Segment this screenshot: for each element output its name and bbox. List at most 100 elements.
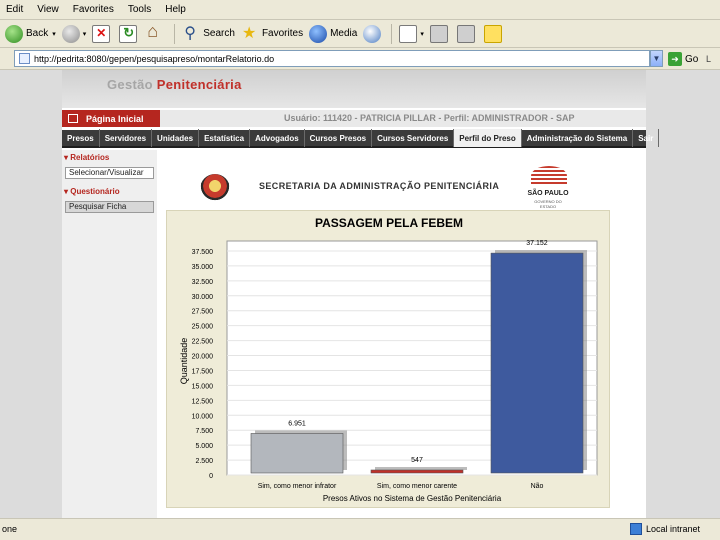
nav-sair[interactable]: Sair xyxy=(633,129,660,147)
nav-perfil-do-preso[interactable]: Perfil do Preso xyxy=(454,129,522,147)
edit-button[interactable] xyxy=(454,22,481,46)
site-title-red: Penitenciária xyxy=(156,77,242,92)
mail-button[interactable]: ▾ xyxy=(396,22,427,46)
y-tick-label: 2.500 xyxy=(195,458,213,465)
bar-1 xyxy=(250,433,344,474)
pesquisar-ficha-button[interactable]: Pesquisar Ficha xyxy=(65,201,154,213)
favorites-button[interactable]: Favorites xyxy=(238,22,306,46)
web-page: Gestão Penitenciária Página Inicial Usuá… xyxy=(62,70,660,518)
back-label: Back xyxy=(26,28,49,39)
media-icon xyxy=(309,24,328,43)
go-button[interactable]: ➜ Go xyxy=(668,52,698,66)
intranet-zone-icon xyxy=(630,523,642,535)
bar-2 xyxy=(370,469,464,474)
category-label: Sim, como menor carente xyxy=(377,483,457,490)
history-button[interactable] xyxy=(360,22,387,46)
links-label[interactable]: L xyxy=(706,54,711,64)
sp-logo-subtext: GOVERNO DO ESTADO xyxy=(534,199,562,209)
history-icon xyxy=(363,24,382,43)
address-bar: http://pedrita:8080/gepen/pesquisapreso/… xyxy=(0,48,720,70)
x-axis-label: Presos Ativos no Sistema de Gestão Penit… xyxy=(323,494,502,503)
category-label: Não xyxy=(531,483,544,490)
nav-presos[interactable]: Presos xyxy=(62,129,100,147)
stop-button[interactable] xyxy=(89,22,116,46)
print-button[interactable] xyxy=(427,22,454,46)
forward-dropdown-icon[interactable]: ▾ xyxy=(83,30,87,38)
favorites-star-icon xyxy=(241,23,259,43)
search-icon xyxy=(182,23,200,43)
menu-view[interactable]: View xyxy=(37,4,59,15)
forward-arrow-icon xyxy=(61,24,80,43)
nav-advogados[interactable]: Advogados xyxy=(250,129,305,147)
category-label: Sim, como menor infrator xyxy=(258,483,337,490)
home-page-label: Página Inicial xyxy=(86,113,144,124)
sticky-note-icon xyxy=(483,24,502,43)
menu-edit[interactable]: Edit xyxy=(6,4,23,15)
mail-dropdown-icon[interactable]: ▾ xyxy=(420,30,424,38)
sp-coat-of-arms-logo xyxy=(200,174,230,204)
y-tick-label: 32.500 xyxy=(192,279,214,286)
main-nav: Presos Servidores Unidades Estatística A… xyxy=(62,129,660,148)
bar-value-label: 6.951 xyxy=(288,420,306,427)
refresh-icon xyxy=(119,24,138,43)
go-arrow-icon: ➜ xyxy=(668,52,682,66)
nav-unidades[interactable]: Unidades xyxy=(152,129,200,147)
selecionar-visualizar-button[interactable]: Selecionar/Visualizar xyxy=(65,167,154,179)
nav-cursos-presos[interactable]: Cursos Presos xyxy=(305,129,373,147)
search-button[interactable]: Search xyxy=(179,22,238,46)
y-tick-label: 35.000 xyxy=(192,264,214,271)
page-icon xyxy=(19,53,30,64)
bar-value-label: 547 xyxy=(411,457,423,464)
status-zone: Local intranet xyxy=(646,524,701,534)
menu-bar: Edit View Favorites Tools Help xyxy=(0,0,720,20)
back-arrow-icon xyxy=(5,24,23,43)
user-strip: Página Inicial Usuário: 111420 - PATRICI… xyxy=(62,110,646,127)
favorites-label: Favorites xyxy=(261,28,304,39)
nav-estatistica[interactable]: Estatística xyxy=(199,129,251,147)
y-axis-label: Quantidade xyxy=(179,338,189,385)
y-tick-label: 12.500 xyxy=(192,398,214,405)
y-tick-label: 7.500 xyxy=(195,428,213,435)
toolbar-separator xyxy=(391,23,393,44)
media-button[interactable]: Media xyxy=(306,22,360,46)
stop-icon xyxy=(92,24,111,43)
sidebar-relatorios-heading[interactable]: ▾ Relatórios xyxy=(64,153,109,162)
go-label: Go xyxy=(685,53,699,65)
refresh-button[interactable] xyxy=(116,22,143,46)
status-bar: one Local intranet xyxy=(0,518,720,540)
nav-servidores[interactable]: Servidores xyxy=(100,129,153,147)
sidebar-questionario-heading[interactable]: ▾ Questionário xyxy=(64,187,120,196)
y-tick-label: 17.500 xyxy=(192,368,214,375)
page-viewport: Gestão Penitenciária Página Inicial Usuá… xyxy=(0,70,720,518)
home-page-link[interactable]: Página Inicial xyxy=(62,110,160,127)
print-icon xyxy=(429,24,448,43)
menu-tools[interactable]: Tools xyxy=(128,4,151,15)
back-dropdown-icon[interactable]: ▾ xyxy=(52,30,56,38)
address-input[interactable]: http://pedrita:8080/gepen/pesquisapreso/… xyxy=(14,50,650,67)
mail-icon xyxy=(399,24,418,43)
y-tick-label: 0 xyxy=(209,473,213,480)
y-tick-label: 20.000 xyxy=(192,354,214,361)
governo-sp-logo: SÃO PAULO GOVERNO DO ESTADO xyxy=(527,166,569,209)
febem-chart: PASSAGEM PELA FEBEM 0 2.500 5.000 7.500 10.0… xyxy=(166,210,610,508)
nav-cursos-servidores[interactable]: Cursos Servidores xyxy=(372,129,455,147)
home-button[interactable] xyxy=(143,21,170,46)
y-tick-label: 15.000 xyxy=(192,383,214,390)
nav-administracao[interactable]: Administração do Sistema xyxy=(522,129,634,147)
menu-favorites[interactable]: Favorites xyxy=(73,4,114,15)
edit-page-icon xyxy=(456,24,475,43)
menu-help[interactable]: Help xyxy=(165,4,186,15)
forward-button[interactable]: ▾ xyxy=(59,22,90,46)
y-tick-label: 30.000 xyxy=(192,294,214,301)
back-button[interactable]: Back ▾ xyxy=(2,22,59,46)
user-info: Usuário: 111420 - PATRICIA PILLAR - Perf… xyxy=(284,113,575,123)
site-title-gray: Gestão xyxy=(107,77,157,92)
toolbar-separator xyxy=(174,23,176,44)
notes-button[interactable] xyxy=(481,22,508,46)
site-title: Gestão Penitenciária xyxy=(107,77,242,92)
address-dropdown-button[interactable]: ▼ xyxy=(650,50,663,67)
sp-map-stripes xyxy=(531,166,567,186)
y-tick-label: 22.500 xyxy=(192,339,214,346)
y-tick-label: 25.000 xyxy=(192,324,214,331)
y-tick-label: 5.000 xyxy=(195,443,213,450)
